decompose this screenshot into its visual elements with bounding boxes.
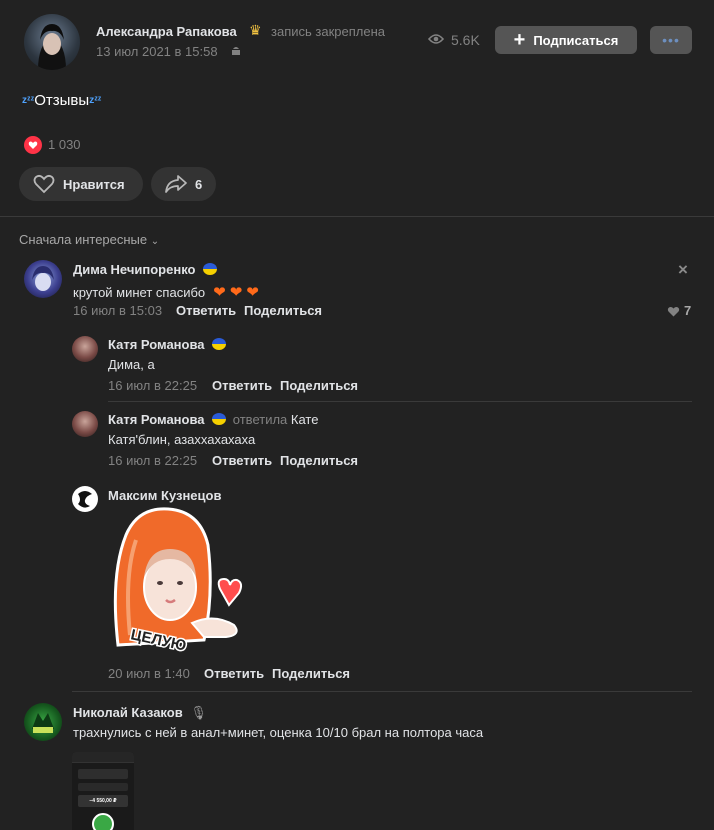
comment-divider	[108, 401, 692, 402]
comment-header: Катя Романова ответила Кате	[108, 412, 318, 427]
more-options-button[interactable]: •••	[650, 26, 692, 54]
zzz-emoji-icon: zᶻᶻ	[22, 95, 35, 106]
comment-date[interactable]: 16 июл в 22:25	[108, 378, 197, 393]
post-body: zᶻᶻ Отзывы zᶻᶻ	[22, 92, 101, 109]
comment-avatar[interactable]	[24, 703, 62, 741]
likes-count[interactable]: 1 030	[48, 137, 81, 152]
like-button-label: Нравится	[63, 176, 125, 192]
post-date[interactable]: 13 июл 2021 в 15:58	[96, 44, 218, 59]
comment-author[interactable]: Катя Романова	[108, 412, 205, 427]
close-icon[interactable]: ×	[678, 260, 688, 280]
comment-avatar[interactable]	[72, 336, 98, 362]
comment-author[interactable]: Николай Казаков	[73, 705, 183, 720]
post-author-name[interactable]: Александра Рапакова	[96, 24, 237, 39]
share-comment-button[interactable]: Поделиться	[280, 378, 358, 393]
more-dots-icon: •••	[662, 32, 680, 48]
comment-text: Катя'блин, азаххахахаха	[108, 432, 256, 447]
reply-to-name[interactable]: Кате	[291, 412, 319, 427]
comments-sort-dropdown[interactable]: Сначала интересные ⌄	[19, 232, 159, 247]
comment-divider	[72, 691, 692, 692]
ukraine-flag-icon	[203, 263, 218, 275]
comment-like-count: 7	[684, 303, 692, 318]
comment-author[interactable]: Дима Нечипоренко	[73, 262, 195, 277]
comment-text: трахнулись с ней в анал+минет, оценка 10…	[73, 725, 484, 740]
views-count: 5.6K	[451, 32, 480, 48]
plus-icon: +	[513, 29, 526, 51]
reply-button[interactable]: Ответить	[212, 453, 272, 468]
crown-icon: ♛	[249, 22, 262, 38]
comment-like-heart-icon[interactable]	[667, 305, 680, 320]
like-button[interactable]: Нравится	[19, 167, 143, 201]
reply-button[interactable]: Ответить	[212, 378, 272, 393]
comment-header: Катя Романова	[108, 337, 227, 352]
comment-avatar[interactable]	[72, 411, 98, 437]
share-comment-button[interactable]: Поделиться	[280, 453, 358, 468]
subscribe-button[interactable]: + Подписаться	[495, 26, 637, 54]
post-divider	[0, 216, 714, 217]
comment-author[interactable]: Максим Кузнецов	[108, 488, 221, 503]
share-arrow-icon	[165, 175, 187, 193]
comment-avatar[interactable]	[72, 486, 98, 512]
comment-author[interactable]: Катя Романова	[108, 337, 205, 352]
android-icon	[230, 45, 242, 60]
comment-text: Дима, а	[108, 357, 155, 372]
comment-text: крутой минет спасибо	[73, 284, 206, 300]
comment-header: Николай Казаков 🎙	[73, 705, 207, 721]
comment-date[interactable]: 16 июл в 22:25	[108, 453, 197, 468]
heart-reaction-icon	[24, 136, 42, 154]
sticker-image[interactable]: ЦЕЛУЮ	[108, 505, 248, 656]
sort-label: Сначала интересные	[19, 232, 148, 247]
orange-heart-emoji-icon: ❤❤❤	[213, 284, 263, 301]
share-count: 6	[195, 176, 203, 192]
heart-outline-icon	[33, 174, 55, 194]
pinned-label: запись закреплена	[271, 24, 385, 39]
comment-date[interactable]: 16 июл в 15:03	[73, 303, 162, 318]
post-text: Отзывы	[34, 92, 90, 109]
attached-screenshot-image[interactable]: −4 550,00 ₽	[72, 752, 134, 830]
post-author-avatar[interactable]	[24, 14, 80, 70]
comment-avatar[interactable]	[24, 260, 62, 298]
ukraine-flag-icon	[212, 413, 227, 425]
zzz-emoji-icon: zᶻᶻ	[89, 95, 102, 106]
subscribe-label: Подписаться	[533, 32, 619, 48]
share-button[interactable]: 6	[151, 167, 216, 201]
ukraine-flag-icon	[212, 338, 227, 350]
share-comment-button[interactable]: Поделиться	[244, 303, 322, 318]
reply-button[interactable]: Ответить	[176, 303, 236, 318]
reply-to-prefix: ответила	[232, 412, 288, 427]
chevron-down-icon: ⌄	[150, 236, 160, 247]
screenshot-amount: −4 550,00 ₽	[78, 795, 128, 807]
comment-header: Дима Нечипоренко	[73, 262, 218, 277]
share-comment-button[interactable]: Поделиться	[272, 666, 350, 681]
views-eye-icon	[427, 33, 445, 48]
comment-text-row: крутой минет спасибо ❤❤❤	[73, 283, 263, 301]
reply-button[interactable]: Ответить	[204, 666, 264, 681]
comment-date[interactable]: 20 июл в 1:40	[108, 666, 190, 681]
microphone-emoji-icon: 🎙	[190, 705, 207, 720]
